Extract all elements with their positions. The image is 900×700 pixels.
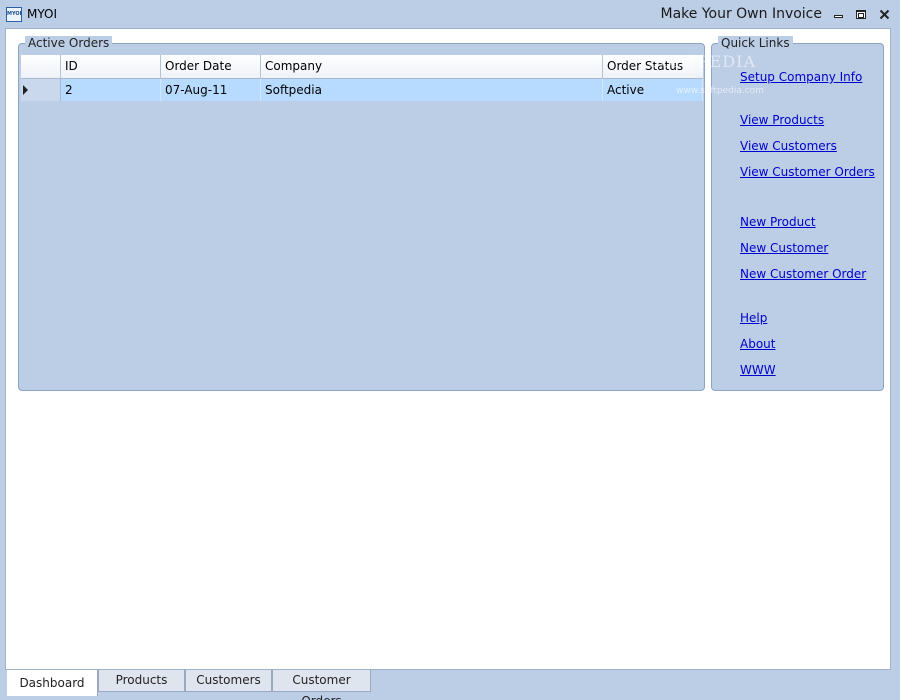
orders-grid[interactable]: ID Order Date Company Order Status 2 07-… xyxy=(21,55,703,389)
link-view-customer-orders[interactable]: View Customer Orders xyxy=(740,165,875,179)
cell-id[interactable]: 2 xyxy=(61,79,161,101)
close-icon xyxy=(879,9,889,19)
dashboard-page: Active Orders ID Order Date Company Orde… xyxy=(5,28,891,670)
row-header-column xyxy=(21,55,61,79)
watermark: SOFTPEDIA xyxy=(648,52,756,71)
tab-products[interactable]: Products xyxy=(98,670,185,692)
link-view-customers[interactable]: View Customers xyxy=(740,139,837,153)
tab-bar: Dashboard Products Customers Customer Or… xyxy=(5,670,891,700)
link-help[interactable]: Help xyxy=(740,311,767,325)
minimize-icon xyxy=(833,15,843,18)
tab-customers[interactable]: Customers xyxy=(185,670,272,692)
app-short-name: MYOI xyxy=(27,7,58,21)
link-www[interactable]: WWW xyxy=(740,363,776,377)
row-header-cell[interactable] xyxy=(21,79,61,101)
window-title: Make Your Own Invoice xyxy=(660,6,822,22)
column-header-order-date[interactable]: Order Date xyxy=(161,55,261,79)
link-view-products[interactable]: View Products xyxy=(740,113,824,127)
restore-icon xyxy=(856,9,866,19)
active-orders-group: Active Orders ID Order Date Company Orde… xyxy=(18,36,705,391)
minimize-button[interactable] xyxy=(831,8,845,20)
cell-order-date[interactable]: 07-Aug-11 xyxy=(161,79,261,101)
cell-company[interactable]: Softpedia xyxy=(261,79,603,101)
column-header-id[interactable]: ID xyxy=(61,55,161,79)
tab-customer-orders[interactable]: Customer Orders xyxy=(272,670,371,700)
table-row[interactable]: 2 07-Aug-11 Softpedia Active xyxy=(21,79,703,101)
link-about[interactable]: About xyxy=(740,337,775,351)
active-orders-legend: Active Orders xyxy=(25,36,113,50)
link-setup-company-info[interactable]: Setup Company Info xyxy=(740,70,862,84)
watermark-url: www.softpedia.com xyxy=(676,86,764,96)
maximize-button[interactable] xyxy=(854,8,868,20)
quick-links-legend: Quick Links xyxy=(718,36,793,50)
app-icon: MYOI xyxy=(6,7,22,22)
close-button[interactable] xyxy=(877,8,891,20)
link-new-product[interactable]: New Product xyxy=(740,215,816,229)
link-new-customer-order[interactable]: New Customer Order xyxy=(740,267,866,281)
grid-header: ID Order Date Company Order Status xyxy=(21,55,703,79)
title-bar: MYOI MYOI Make Your Own Invoice xyxy=(0,0,900,28)
tab-dashboard[interactable]: Dashboard xyxy=(7,670,98,696)
current-row-icon xyxy=(23,85,28,95)
link-new-customer[interactable]: New Customer xyxy=(740,241,828,255)
column-header-company[interactable]: Company xyxy=(261,55,603,79)
